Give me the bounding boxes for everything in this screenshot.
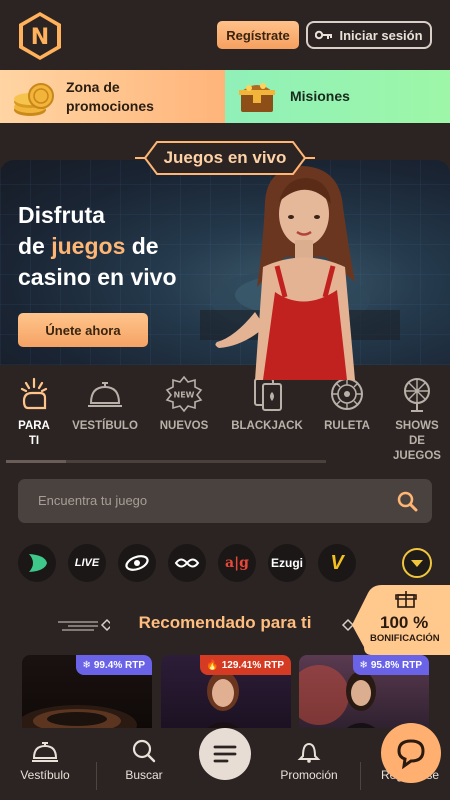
provider-3[interactable] [118,544,156,582]
game-card-2[interactable]: 🔥 129.41% RTP [161,655,291,737]
bonus-value: 100 % [380,613,429,632]
tab-scroll-indicator [6,460,326,463]
providers-row: LIVE a|g Ezugi V [0,540,450,586]
promotions-zone-link[interactable]: Zona de promociones [0,70,225,123]
hero-title: Disfruta de juegos de casino en vivo [18,202,177,290]
provider-vivo-gaming[interactable]: V [318,544,356,582]
service-bell-icon [88,382,122,407]
key-icon [315,30,333,40]
more-providers-button[interactable] [402,548,432,578]
tab-vestibulo[interactable]: VESTÍBULO [72,375,138,434]
sparkle-hand-icon [20,377,48,410]
snowflake-icon: ❄ [82,659,91,671]
provider-4[interactable] [168,544,206,582]
tab-blackjack[interactable]: BLACKJACK [230,375,304,434]
promotions-zone-label-2: promociones [66,98,154,114]
menu-button[interactable] [199,728,251,780]
promotions-zone-label-1: Zona de [66,79,120,95]
login-label: Iniciar sesión [339,27,423,43]
dealer-image [215,166,355,380]
register-button[interactable]: Regístrate [217,21,299,49]
bonus-label: BONIFICACIÓN [370,633,440,644]
search-icon[interactable] [396,490,418,512]
pragmatic-logo-icon [29,554,47,572]
login-button[interactable]: Iniciar sesión [306,21,432,49]
treasure-chest-icon [239,83,275,112]
provider-pragmatic-play-live[interactable] [18,544,56,582]
cards-icon [254,378,282,411]
live-games-tag-label: Juegos en vivo [163,148,287,167]
rtp-badge: 🔥 129.41% RTP [200,655,291,675]
missions-link[interactable]: Misiones [225,70,450,123]
tab-para-ti[interactable]: PARA TI [14,375,54,449]
chat-button[interactable] [381,723,441,783]
search-icon [132,739,156,763]
tab-shows-de-juegos[interactable]: SHOWS DE JUEGOS [390,375,444,464]
recommended-games: ❄ 99.4% RTP 🔥 129.41% RTP ❄ 95.8% RTP [0,655,450,737]
missions-label: Misiones [290,88,350,104]
svg-text:NEW: NEW [174,391,195,400]
service-bell-icon [32,742,58,762]
chevron-down-icon [411,560,423,567]
join-now-button[interactable]: Únete ahora [18,313,148,347]
header: N Regístrate Iniciar sesión [0,0,450,70]
new-badge-icon: NEW [165,375,203,413]
bell-icon [297,742,321,763]
nav-lobby[interactable]: Vestíbulo [14,738,76,782]
svg-text:N: N [31,25,49,50]
provider-3-logo-icon [125,555,149,571]
category-tabs: PARA TI VESTÍBULO NEW NUEVOS BLACKJACK R… [0,365,450,465]
game-card-1[interactable]: ❄ 99.4% RTP [22,655,152,737]
menu-icon [213,745,237,763]
provider-4-logo-icon [174,558,200,568]
provider-ezugi[interactable]: Ezugi [268,544,306,582]
rtp-badge: ❄ 95.8% RTP [353,655,429,675]
nav-promotion[interactable]: Promoción [274,738,344,782]
snowflake-icon: ❄ [359,659,368,671]
provider-absolute-live-gaming[interactable]: a|g [218,544,256,582]
chat-icon [397,739,425,769]
rtp-badge: ❄ 99.4% RTP [76,655,152,675]
bonus-badge[interactable]: 100 % BONIFICACIÓN [352,585,450,655]
nav-search[interactable]: Buscar [118,738,170,782]
tab-nuevos[interactable]: NEW NUEVOS [158,375,210,434]
logo-icon[interactable]: N [16,10,64,62]
promo-bar: Zona de promociones Misiones [0,70,450,123]
coins-icon [14,83,54,116]
fire-icon: 🔥 [206,659,219,671]
roulette-icon [331,378,363,410]
search-input[interactable]: Encuentra tu juego [38,493,147,508]
search-bar[interactable]: Encuentra tu juego [18,479,432,523]
game-show-wheel-icon [404,378,430,412]
provider-live88[interactable]: LIVE [68,544,106,582]
tab-ruleta[interactable]: RULETA [322,375,372,434]
